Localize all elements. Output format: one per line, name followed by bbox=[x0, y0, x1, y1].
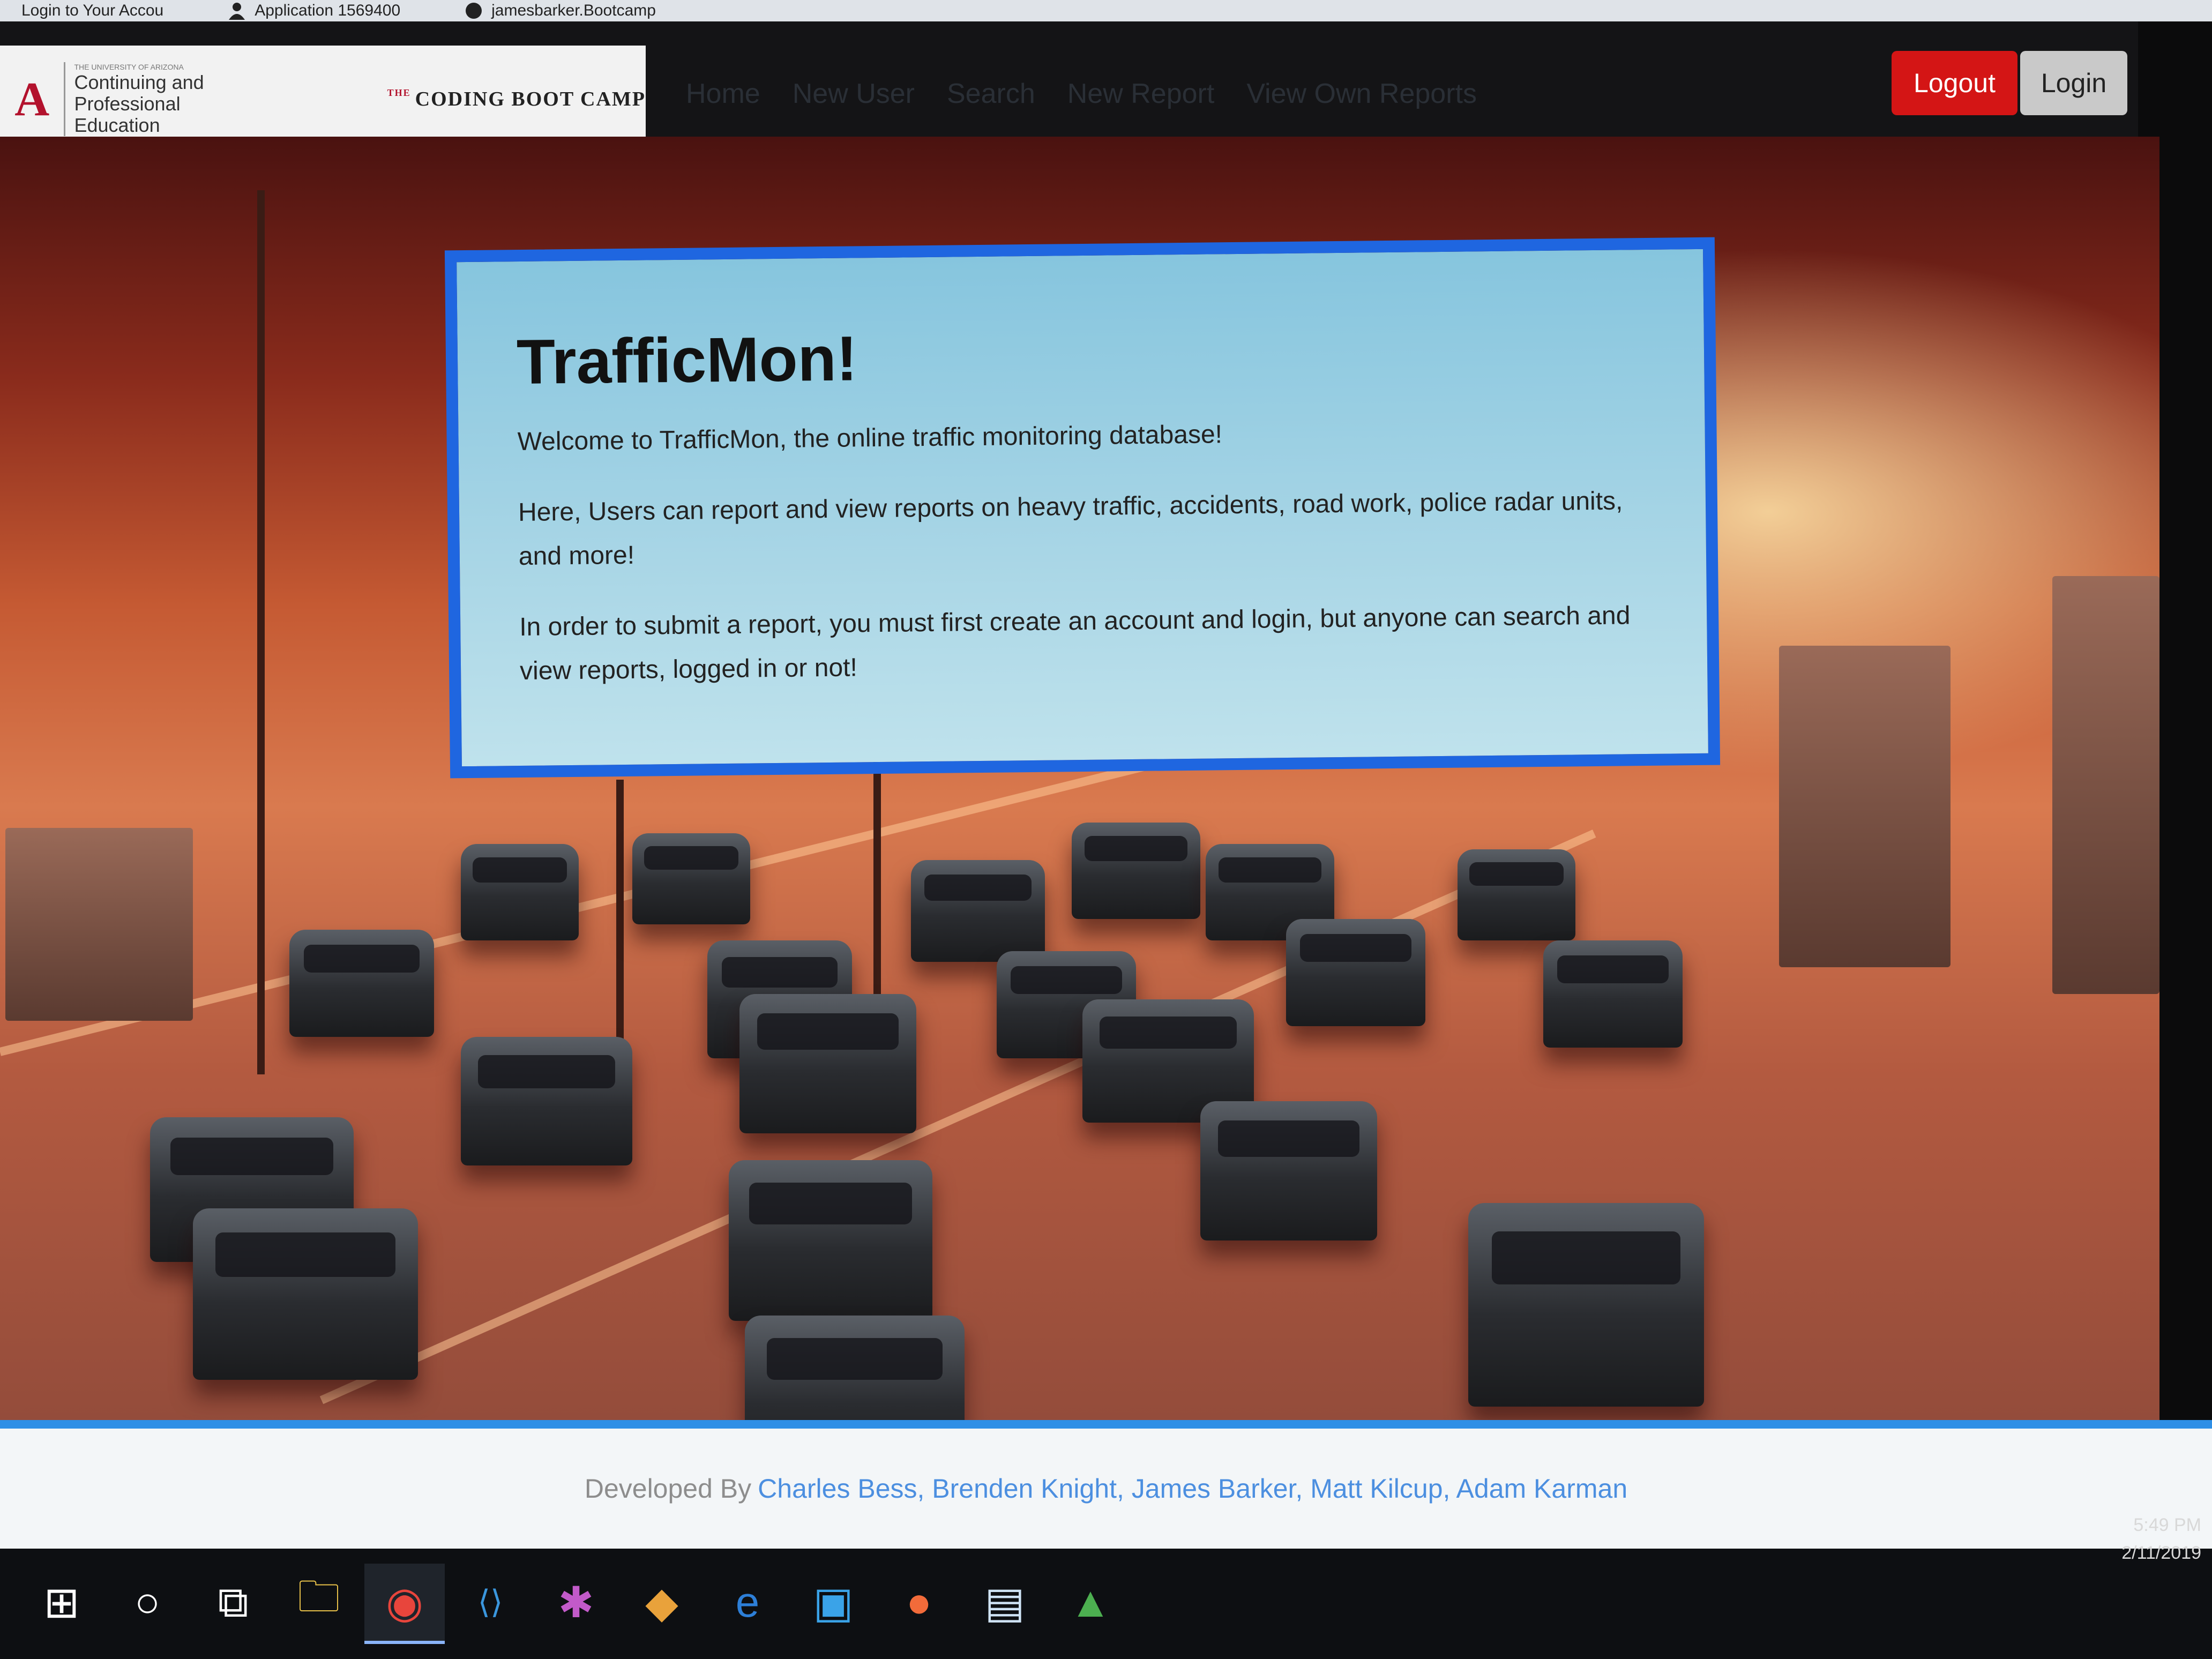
welcome-jumbotron: TrafficMon! Welcome to TrafficMon, the o… bbox=[444, 237, 1721, 779]
car bbox=[911, 860, 1045, 962]
edge-icon[interactable]: e bbox=[707, 1564, 788, 1644]
cortana-icon[interactable]: ○ bbox=[107, 1564, 188, 1644]
person-icon bbox=[228, 2, 246, 20]
nav-new-report-link[interactable]: New Report bbox=[1067, 78, 1215, 110]
app-icon[interactable]: ▣ bbox=[793, 1564, 873, 1644]
footer-developers: Charles Bess, Brenden Knight, James Bark… bbox=[758, 1474, 1628, 1504]
car bbox=[193, 1208, 418, 1380]
car bbox=[1543, 940, 1683, 1048]
clock-date: 2/11/2019 bbox=[2121, 1543, 2201, 1563]
footer-prefix: Developed By bbox=[584, 1474, 752, 1504]
car bbox=[729, 1160, 932, 1321]
car bbox=[632, 833, 750, 924]
windows-start-icon[interactable]: ⊞ bbox=[21, 1564, 102, 1644]
welcome-text: Welcome to TrafficMon, the online traffi… bbox=[517, 420, 1223, 457]
car bbox=[1200, 1101, 1377, 1240]
page-footer: Developed By Charles Bess, Brenden Knigh… bbox=[0, 1420, 2212, 1549]
sourcetree-icon[interactable]: ◆ bbox=[622, 1564, 702, 1644]
bootcamp-logo-text: THE CODING BOOT CAMP bbox=[387, 87, 646, 110]
light-pole bbox=[873, 753, 881, 1010]
car bbox=[1468, 1203, 1704, 1407]
truck bbox=[2052, 576, 2159, 994]
page-title: TrafficMon! bbox=[516, 323, 858, 398]
car bbox=[289, 930, 434, 1037]
nav-new-user-link[interactable]: New User bbox=[793, 78, 915, 110]
clock-time: 5:49 PM bbox=[2133, 1515, 2201, 1535]
browser-tab-strip: Login to Your Accou Application 1569400 … bbox=[0, 0, 2212, 21]
cpe-logo-text: THE UNIVERSITY OF ARIZONA Continuing and… bbox=[64, 62, 264, 136]
logout-button[interactable]: Logout bbox=[1892, 51, 2017, 115]
windows-taskbar: ⊞ ○ ⧉ 🗀 ◉ ⟨⟩ ✱ ◆ e ▣ ● ▤ ▲ bbox=[0, 1549, 2212, 1659]
browser-tab[interactable]: jamesbarker.Bootcamp bbox=[465, 2, 656, 20]
nav-search-link[interactable]: Search bbox=[947, 78, 1035, 110]
browser-tab[interactable]: Application 1569400 bbox=[228, 2, 400, 20]
tab-label: Application 1569400 bbox=[255, 2, 401, 19]
tree-app-icon[interactable]: ▲ bbox=[1050, 1564, 1131, 1644]
slack-icon[interactable]: ✱ bbox=[536, 1564, 616, 1644]
navbar: A THE UNIVERSITY OF ARIZONA Continuing a… bbox=[0, 21, 2138, 153]
tab-label: jamesbarker.Bootcamp bbox=[491, 2, 656, 19]
nav-links: Home New User Search New Report View Own… bbox=[686, 78, 1477, 110]
login-button[interactable]: Login bbox=[2020, 51, 2127, 115]
vscode-icon[interactable]: ⟨⟩ bbox=[450, 1564, 530, 1644]
truck bbox=[1779, 646, 1951, 967]
github-icon bbox=[465, 2, 483, 20]
nav-view-own-reports-link[interactable]: View Own Reports bbox=[1246, 78, 1477, 110]
description-text: Here, Users can report and view reports … bbox=[518, 487, 1623, 571]
notepad-icon[interactable]: ▤ bbox=[965, 1564, 1045, 1644]
car bbox=[1458, 849, 1575, 940]
car bbox=[1072, 823, 1200, 919]
light-pole bbox=[257, 190, 265, 1074]
university-logo-icon: A bbox=[14, 72, 50, 126]
car bbox=[739, 994, 916, 1133]
truck bbox=[5, 828, 193, 1021]
light-pole bbox=[616, 780, 624, 1080]
car bbox=[461, 844, 579, 940]
tab-label: Login to Your Accou bbox=[21, 2, 164, 19]
postman-icon[interactable]: ● bbox=[879, 1564, 959, 1644]
car bbox=[1286, 919, 1425, 1026]
task-view-icon[interactable]: ⧉ bbox=[193, 1564, 273, 1644]
browser-tab[interactable]: Login to Your Accou bbox=[21, 2, 163, 20]
login-note-text: In order to submit a report, you must fi… bbox=[519, 601, 1631, 686]
chrome-icon[interactable]: ◉ bbox=[364, 1564, 445, 1644]
file-explorer-icon[interactable]: 🗀 bbox=[279, 1564, 359, 1644]
car bbox=[461, 1037, 632, 1165]
system-clock[interactable]: 5:49 PM 2/11/2019 bbox=[2121, 1511, 2201, 1567]
nav-home-link[interactable]: Home bbox=[686, 78, 760, 110]
